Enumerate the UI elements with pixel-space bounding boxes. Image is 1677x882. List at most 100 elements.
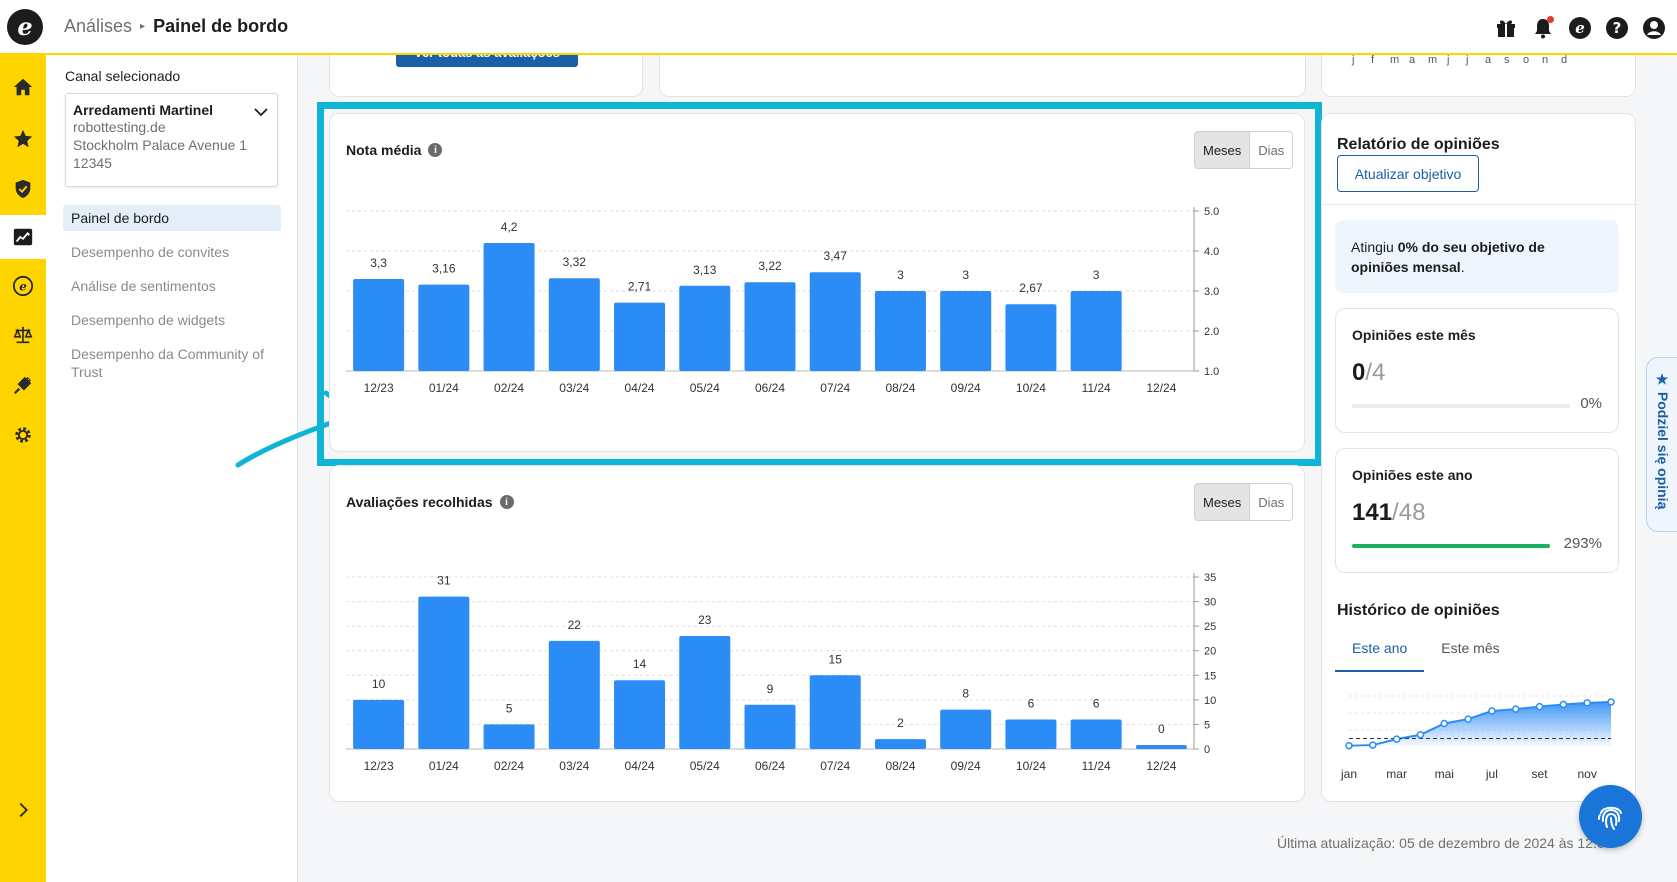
scales-icon[interactable] [0,313,46,357]
fingerprint-button[interactable] [1579,785,1642,848]
year-opinions-target: /48 [1392,499,1426,526]
y-tick-label: 10 [1204,695,1216,707]
month-letter: n [1542,54,1549,66]
chevron-right-icon[interactable] [0,788,46,832]
trustedshops-logo[interactable]: e [7,8,43,45]
channel-name: Arredamenti Martinel [73,102,214,118]
chart-bar [1070,719,1122,749]
gift-icon[interactable] [1493,15,1519,41]
history-point [1511,705,1520,713]
month-letter: a [1409,54,1416,66]
x-tick-label: 04/24 [625,759,655,773]
month-letter: a [1485,54,1492,66]
main-navigation-rail: e [0,55,46,882]
month-letter: s [1504,54,1510,66]
help-icon[interactable]: ? [1604,15,1630,41]
analytics-icon[interactable] [0,215,46,259]
bell-icon[interactable] [1530,15,1556,41]
month-letter: f [1371,54,1375,66]
svg-text:e: e [1575,19,1585,37]
subnav-item-dashboard[interactable]: Painel de bordo [63,205,281,231]
bar-value-label: 6 [1028,697,1035,711]
history-title: Histórico de opiniões [1337,602,1500,619]
tab-this-month[interactable]: Este mês [1424,632,1516,672]
channel-selector[interactable]: Arredamenti Martinel robottesting.de Sto… [65,93,278,187]
x-tick-label: 12/24 [1146,759,1176,773]
y-tick-label: 20 [1204,646,1216,658]
notification-dot [1547,15,1554,23]
feedback-side-tab[interactable]: ★ Podziel się opinią [1646,357,1677,532]
x-tick-label: set [1532,767,1549,781]
account-icon[interactable] [1641,15,1667,41]
update-goal-button[interactable]: Atualizar objetivo [1337,155,1479,192]
subnav-item-sentiment[interactable]: Análise de sentimentos [63,273,281,299]
settings-icon[interactable] [0,413,46,457]
month-letter: d [1561,54,1568,66]
goal-status-prefix: Atingiu [1351,239,1398,255]
page-title: Painel de bordo [153,16,289,36]
bar-value-label: 15 [829,652,843,666]
chart-bar [353,699,405,749]
star-icon[interactable] [0,117,46,161]
history-area [1349,701,1611,746]
shield-icon[interactable] [0,167,46,211]
tab-this-year[interactable]: Este ano [1335,632,1425,672]
subnav-item-widgets[interactable]: Desempenho de widgets [63,307,281,333]
history-point [1464,715,1472,723]
year-opinions-value: 141 [1352,499,1393,526]
month-letter: m [1428,54,1438,66]
x-tick-label: jan [1340,767,1357,781]
history-point [1583,699,1591,707]
chevron-down-icon [254,108,268,117]
highlight-frame [317,102,1322,466]
x-tick-label: 11/24 [1082,759,1111,773]
svg-text:e: e [19,280,27,294]
y-tick-label: 0 [1204,744,1210,756]
bar-value-label: 0 [1158,722,1165,736]
x-tick-label: 06/24 [755,759,785,773]
channel-domain: robottesting.de [73,119,166,135]
x-tick-label: 08/24 [885,759,915,773]
month-opinions-title: Opiniões este mês [1352,327,1476,343]
history-point [1559,700,1568,709]
month-letter: j [1466,54,1469,66]
month-opinions-value: 0 [1352,359,1366,386]
bar-value-label: 31 [437,574,451,588]
chart-bar [1005,719,1057,749]
month-progress-percent: 0% [1580,395,1602,412]
bar-value-label: 5 [506,701,513,715]
trustedshops-icon[interactable]: e [0,264,46,308]
subnav-item-community[interactable]: Desempenho da Community of Trust [63,341,281,385]
bar-value-label: 22 [568,618,582,632]
chart-bar [940,709,992,749]
y-tick-label: 30 [1204,597,1216,609]
chart-bar [614,680,666,749]
year-progress-bar [1352,544,1550,548]
x-tick-label: nov [1578,767,1597,781]
history-point [1416,731,1425,739]
chart-bar [744,704,796,749]
last-updated-text: Última atualização: 05 de dezembro de 20… [1277,835,1605,851]
x-tick-label: 09/24 [951,759,981,773]
x-tick-label: 05/24 [690,759,720,773]
chart-bar [483,724,535,749]
month-opinions-target: /4 [1365,359,1386,386]
reviews-collected-card: Avaliações recolhidas i Meses Dias 0 5 10 1… [329,465,1305,802]
month-letters: jfmamjjasond [1352,54,1580,66]
y-tick-label: 5 [1204,719,1210,731]
chart-bar [1135,745,1187,749]
x-tick-label: 12/23 [364,759,394,773]
trustedshops-icon[interactable]: e [1567,15,1593,41]
history-point [1369,741,1377,749]
month-letter: m [1390,54,1400,66]
y-tick-label: 25 [1204,621,1216,633]
history-tabs: Este ano Este mês [1335,632,1517,672]
home-icon[interactable] [0,65,46,109]
subnav-item-invites[interactable]: Desempenho de convites [63,239,281,265]
plug-icon[interactable] [0,363,46,407]
month-opinions-card: Opiniões este mês 0/4 0% [1335,308,1619,433]
bar-value-label: 14 [633,657,647,671]
chart-bar [874,739,926,749]
sub-navigation: Canal selecionado Arredamenti Martinel r… [46,55,359,882]
breadcrumb-parent[interactable]: Análises [64,16,132,37]
